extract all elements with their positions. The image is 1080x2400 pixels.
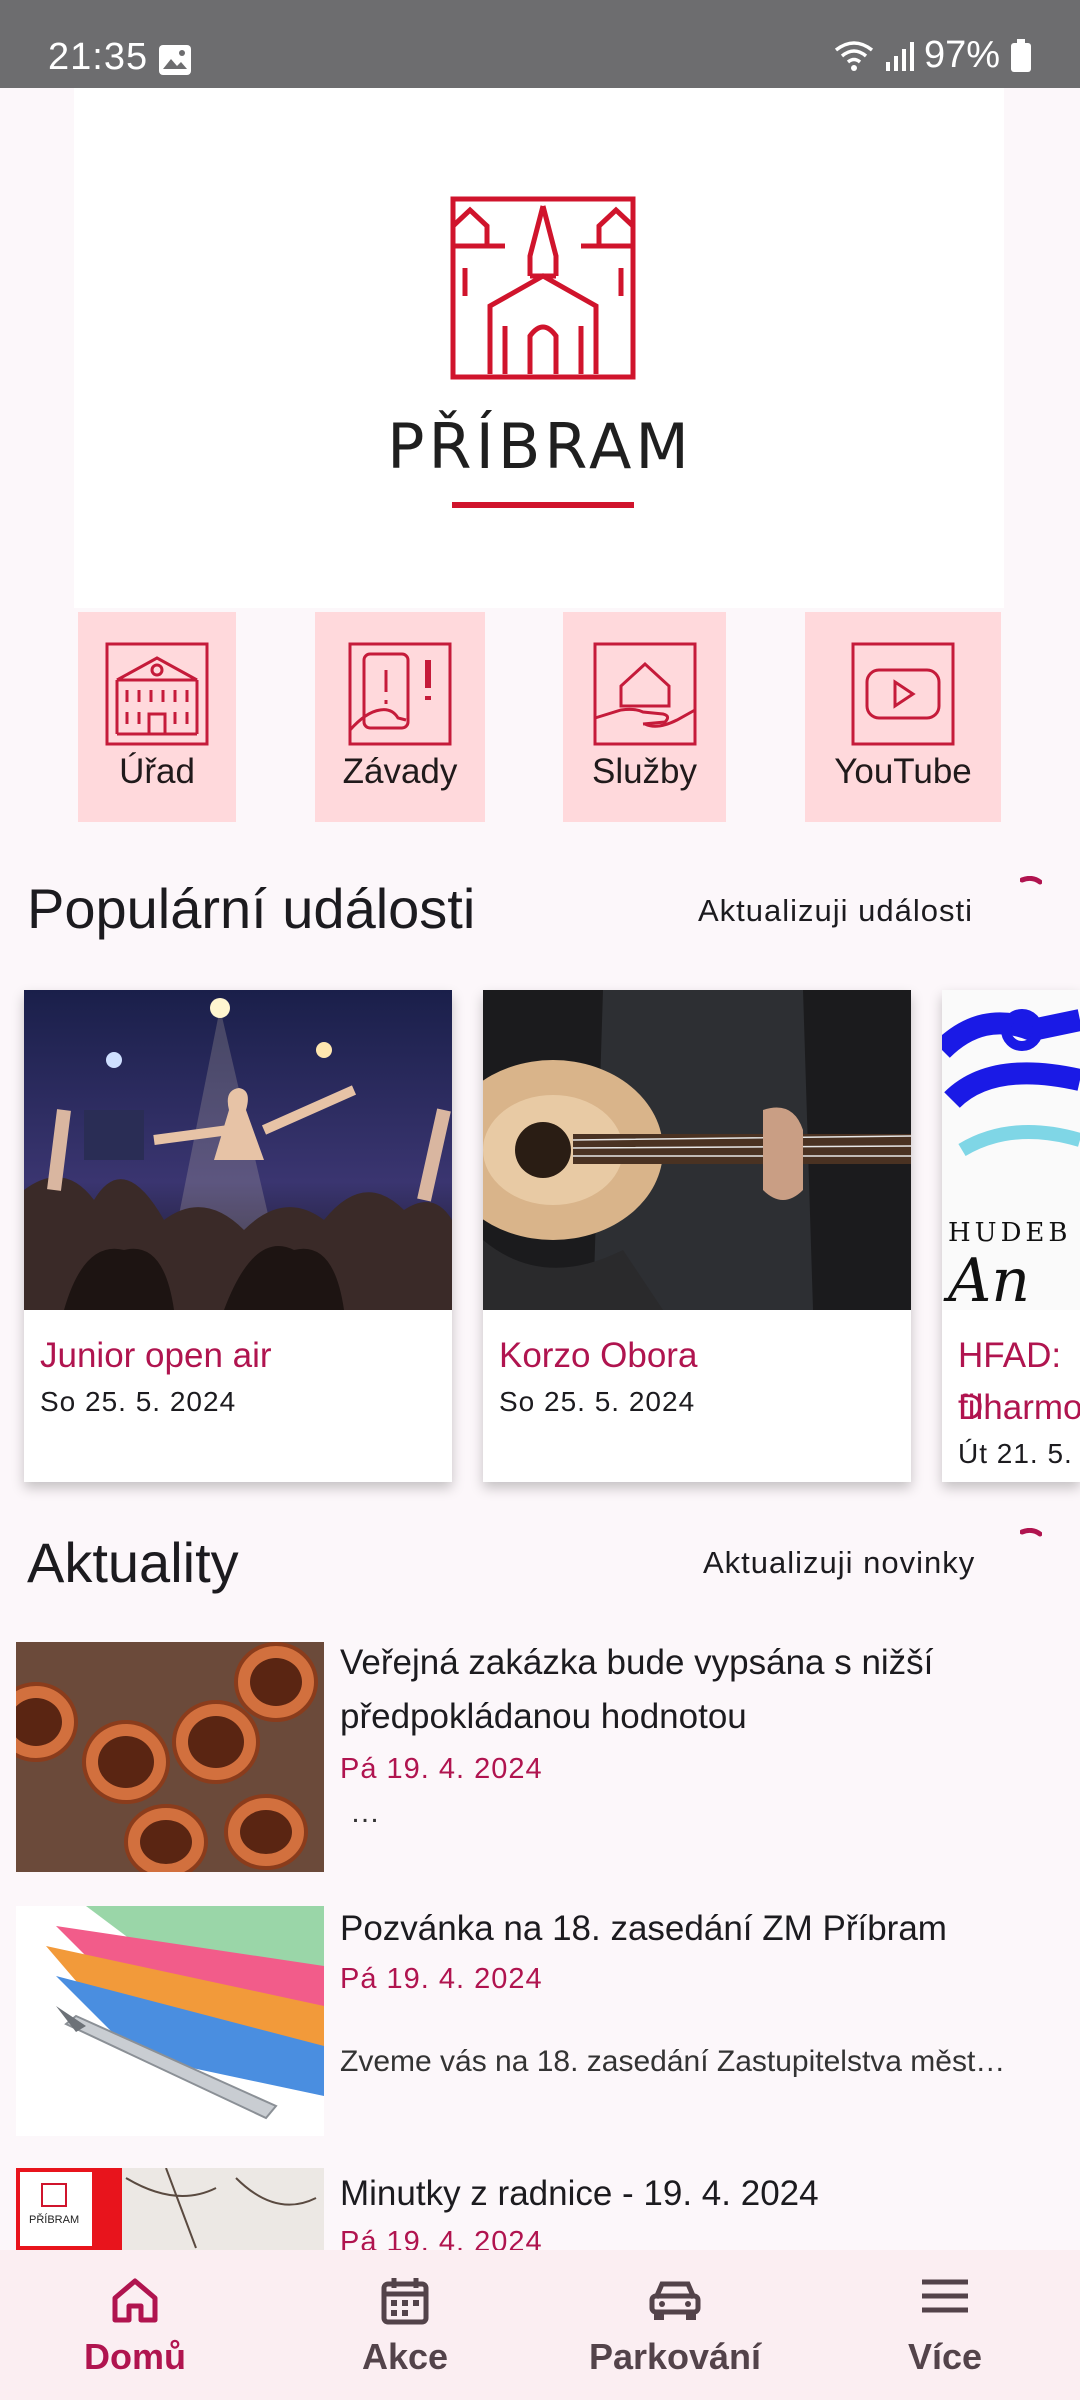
status-bar: 21:35 97% [0,0,1080,88]
signal-icon [885,41,914,71]
city-brand-title: PŘÍBRAM [387,410,693,483]
news-excerpt: Zveme vás na 18. zasedání Zastupitelstva… [340,2045,1006,2078]
report-issue-icon [348,642,452,746]
news-date: Pá 19. 4. 2024 [340,1753,543,1785]
event-card[interactable]: HUDEB An HFAD: D filharmo Út 21. 5. [942,990,1080,1482]
event-title-line2: filharmo [958,1388,1080,1427]
news-title: Pozvánka na 18. zasedání ZM Příbram [340,1909,947,1948]
refresh-events-button[interactable]: Aktualizuji události [698,893,973,929]
refresh-news-button[interactable]: Aktualizuji novinky [703,1545,975,1581]
event-date: So 25. 5. 2024 [40,1386,237,1417]
news-thumbnail [16,1906,324,2136]
nav-parking[interactable]: Parkování [565,2250,785,2400]
town-hall-icon [105,642,209,746]
news-excerpt: … [350,1796,380,1829]
tile-urad[interactable]: Úřad [78,612,236,822]
battery-icon [1011,38,1031,72]
event-card[interactable]: Junior open air So 25. 5. 2024 [24,990,452,1482]
event-title: Korzo Obora [499,1336,698,1375]
tile-urad-label: Úřad [119,752,195,791]
news-title: Veřejná zakázka bude vypsána s nižší pře… [340,1643,934,1736]
event-title: Junior open air [40,1336,272,1375]
brand-underline [452,502,634,508]
tile-youtube[interactable]: YouTube [805,612,1001,822]
news-thumbnail-graphic [16,2168,317,2250]
nav-more[interactable]: Více [850,2250,1040,2400]
event-card[interactable]: Korzo Obora So 25. 5. 2024 [483,990,911,1482]
tile-zavady-label: Závady [342,752,458,791]
nav-home[interactable]: Domů [40,2250,230,2400]
event-photo [24,990,452,1310]
gallery-notification-icon [159,45,191,75]
loading-spinner-icon [1020,876,1042,885]
poster-text-large: An [948,1246,1030,1316]
nav-events[interactable]: Akce [310,2250,500,2400]
events-section-title: Populární události [27,877,476,940]
services-icon [593,642,696,746]
battery-percent: 97% [923,34,1000,76]
youtube-icon [851,642,955,746]
event-photo [483,990,911,1310]
calendar-icon [381,2278,429,2325]
tile-youtube-label: YouTube [834,752,972,791]
home-icon [112,2278,158,2323]
event-date: Út 21. 5. [958,1438,1073,1469]
poster-text: HUDEB [948,1218,1072,1248]
news-thumbnail-text: PŘÍBRAM [29,2214,80,2226]
loading-spinner-icon [1020,1528,1042,1537]
tile-sluzby[interactable]: Služby [563,612,726,822]
news-thumbnail [16,1642,324,1872]
tile-sluzby-label: Služby [591,752,698,791]
city-logo-icon [450,196,636,380]
status-time: 21:35 [48,36,149,78]
wifi-icon [834,40,874,71]
car-icon [649,2281,701,2320]
event-date: So 25. 5. 2024 [499,1386,696,1417]
nav-parking-label: Parkování [588,2336,762,2377]
news-date: Pá 19. 4. 2024 [340,2226,543,2250]
tile-zavady[interactable]: Závady [315,612,485,822]
news-thumbnail: PŘÍBRAM [16,2168,324,2250]
news-section-title: Aktuality [27,1531,239,1594]
nav-home-label: Domů [84,2336,186,2377]
nav-more-label: Více [907,2336,983,2377]
news-date: Pá 19. 4. 2024 [340,1963,543,1995]
news-title: Minutky z radnice - 19. 4. 2024 [340,2174,819,2213]
menu-icon [922,2279,968,2313]
nav-events-label: Akce [361,2336,449,2377]
bottom-navigation: Domů Akce Parkování Více [0,2250,1080,2400]
